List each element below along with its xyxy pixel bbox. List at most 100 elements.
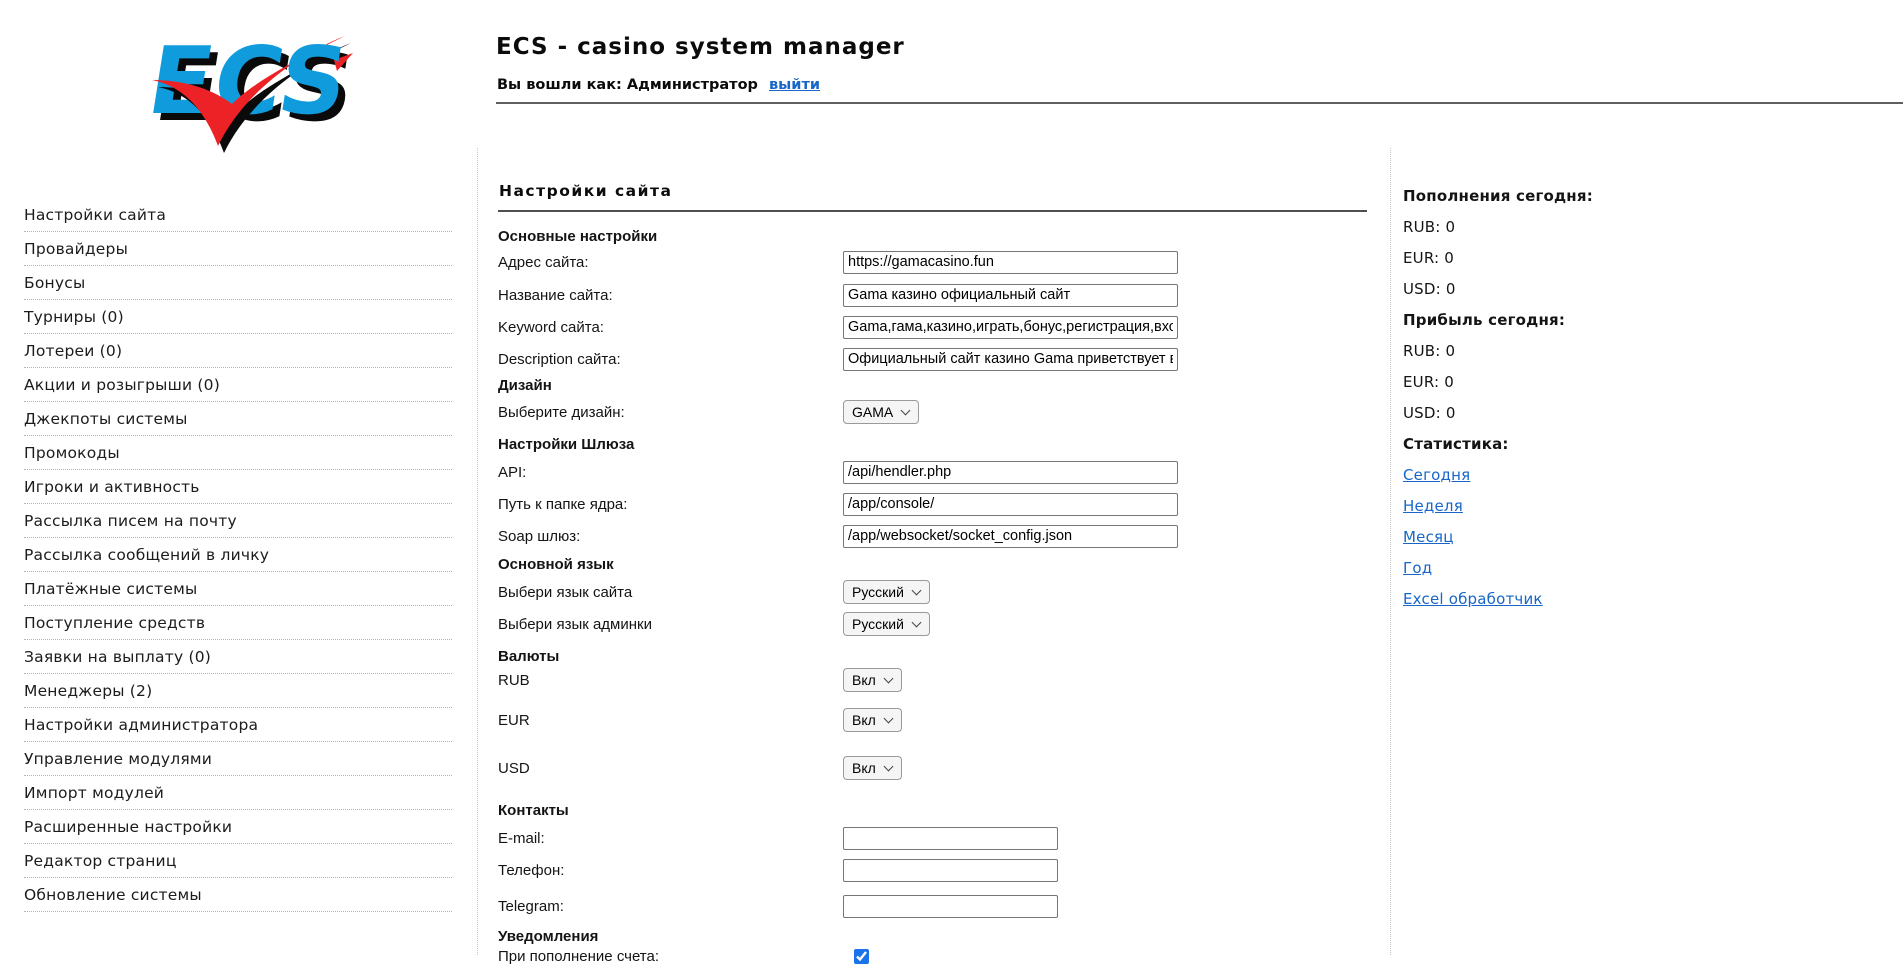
currency-usd-select[interactable]: Вкл: [843, 756, 902, 780]
statistics-heading: Статистика:: [1403, 435, 1653, 466]
currency-usd-label: USD: [498, 760, 530, 777]
sidebar-item-advanced-settings[interactable]: Расширенные настройки: [24, 810, 452, 844]
core-path-input[interactable]: [843, 493, 1178, 516]
stats-link-week[interactable]: Неделя: [1403, 497, 1463, 515]
site-keyword-label: Keyword сайта:: [498, 319, 604, 336]
admin-lang-select[interactable]: Русский: [843, 612, 930, 636]
soap-input[interactable]: [843, 525, 1178, 548]
email-input[interactable]: [843, 827, 1058, 850]
sidebar-item-bonuses[interactable]: Бонусы: [24, 266, 452, 300]
section-general-heading: Основные настройки: [498, 224, 1373, 248]
site-name-row: Название сайта:: [498, 283, 1373, 307]
currency-eur-select[interactable]: Вкл: [843, 708, 902, 732]
email-row: E-mail:: [498, 826, 1373, 850]
profit-heading: Прибыль сегодня:: [1403, 311, 1653, 342]
design-select[interactable]: GAMA: [843, 400, 919, 424]
chevron-down-icon: [883, 673, 893, 683]
deposits-heading: Пополнения сегодня:: [1403, 187, 1653, 218]
site-lang-label: Выбери язык сайта: [498, 584, 632, 601]
sidebar-item-admin-settings[interactable]: Настройки администратора: [24, 708, 452, 742]
profit-usd: USD: 0: [1403, 404, 1653, 435]
stats-link-excel[interactable]: Excel обработчик: [1403, 590, 1543, 608]
sidebar-item-jackpots[interactable]: Джекпоты системы: [24, 402, 452, 436]
sidebar-item-lotteries[interactable]: Лотереи (0): [24, 334, 452, 368]
core-path-label: Путь к папке ядра:: [498, 496, 627, 513]
site-description-row: Description сайта:: [498, 347, 1373, 371]
api-label: API:: [498, 464, 526, 481]
currency-rub-label: RUB: [498, 672, 530, 689]
site-keyword-input[interactable]: [843, 316, 1178, 339]
currency-usd-row: USD Вкл: [498, 756, 1373, 780]
site-keyword-row: Keyword сайта:: [498, 315, 1373, 339]
currency-eur-row: EUR Вкл: [498, 708, 1373, 732]
section-design-heading: Дизайн: [498, 373, 1373, 397]
site-lang-select-value: Русский: [852, 584, 904, 600]
currency-eur-select-value: Вкл: [852, 712, 876, 728]
phone-input[interactable]: [843, 859, 1058, 882]
telegram-input[interactable]: [843, 895, 1058, 918]
sidebar-item-incoming-funds[interactable]: Поступление средств: [24, 606, 452, 640]
currency-rub-select[interactable]: Вкл: [843, 668, 902, 692]
choose-design-row: Выберите дизайн: GAMA: [498, 400, 1373, 424]
on-deposit-row: При пополнение счета:: [498, 944, 1373, 968]
sidebar-item-email-mailing[interactable]: Рассылка писем на почту: [24, 504, 452, 538]
site-url-label: Адрес сайта:: [498, 254, 589, 271]
sidebar-item-payout-requests[interactable]: Заявки на выплату (0): [24, 640, 452, 674]
section-currencies-heading: Валюты: [498, 644, 1373, 668]
section-gateway-heading: Настройки Шлюза: [498, 432, 1373, 456]
admin-lang-label: Выбери язык админки: [498, 616, 652, 633]
soap-label: Soap шлюз:: [498, 528, 580, 545]
sidebar-item-payment-systems[interactable]: Платёжные системы: [24, 572, 452, 606]
site-lang-row: Выбери язык сайта Русский: [498, 580, 1373, 604]
currency-usd-select-value: Вкл: [852, 760, 876, 776]
telegram-label: Telegram:: [498, 898, 564, 915]
sidebar-item-pm-mailing[interactable]: Рассылка сообщений в личку: [24, 538, 452, 572]
chevron-down-icon: [883, 713, 893, 723]
profit-rub: RUB: 0: [1403, 342, 1653, 373]
main-left-divider: [477, 148, 478, 955]
sidebar-item-providers[interactable]: Провайдеры: [24, 232, 452, 266]
chevron-down-icon: [912, 585, 922, 595]
chevron-down-icon: [883, 761, 893, 771]
choose-design-label: Выберите дизайн:: [498, 404, 625, 421]
sidebar-item-system-update[interactable]: Обновление системы: [24, 878, 452, 912]
sidebar-item-site-settings[interactable]: Настройки сайта: [24, 198, 452, 232]
api-input[interactable]: [843, 461, 1178, 484]
stats-link-year[interactable]: Год: [1403, 559, 1432, 577]
phone-label: Телефон:: [498, 862, 564, 879]
site-lang-select[interactable]: Русский: [843, 580, 930, 604]
sidebar-item-managers[interactable]: Менеджеры (2): [24, 674, 452, 708]
site-settings-form: Основные настройки Адрес сайта: Название…: [498, 0, 1373, 955]
sidebar-item-tournaments[interactable]: Турниры (0): [24, 300, 452, 334]
currency-rub-select-value: Вкл: [852, 672, 876, 688]
site-name-input[interactable]: [843, 284, 1178, 307]
site-url-input[interactable]: [843, 251, 1178, 274]
stats-link-month[interactable]: Месяц: [1403, 528, 1454, 546]
phone-row: Телефон:: [498, 858, 1373, 882]
ecs-logo-icon: ECS EC S: [138, 16, 353, 154]
admin-lang-select-value: Русский: [852, 616, 904, 632]
sidebar-item-module-management[interactable]: Управление модулями: [24, 742, 452, 776]
currency-eur-label: EUR: [498, 712, 530, 729]
site-description-input[interactable]: [843, 348, 1178, 371]
sidebar-nav: Настройки сайта Провайдеры Бонусы Турнир…: [24, 198, 452, 912]
on-deposit-label: При пополнение счета:: [498, 948, 659, 965]
chevron-down-icon: [912, 617, 922, 627]
section-contacts-heading: Контакты: [498, 798, 1373, 822]
stats-link-today[interactable]: Сегодня: [1403, 466, 1470, 484]
sidebar-item-players-activity[interactable]: Игроки и активность: [24, 470, 452, 504]
telegram-row: Telegram:: [498, 894, 1373, 918]
chevron-down-icon: [901, 405, 911, 415]
email-label: E-mail:: [498, 830, 545, 847]
site-name-label: Название сайта:: [498, 287, 613, 304]
currency-rub-row: RUB Вкл: [498, 668, 1373, 692]
deposits-usd: USD: 0: [1403, 280, 1653, 311]
sidebar-item-promotions[interactable]: Акции и розыгрыши (0): [24, 368, 452, 402]
sidebar-item-module-import[interactable]: Импорт модулей: [24, 776, 452, 810]
section-language-heading: Основной язык: [498, 552, 1373, 576]
sidebar-item-promocodes[interactable]: Промокоды: [24, 436, 452, 470]
on-deposit-checkbox[interactable]: [854, 949, 869, 964]
page: { "colors": { "link_blue": "#1766c8", "l…: [0, 0, 1903, 955]
sidebar-item-page-editor[interactable]: Редактор страниц: [24, 844, 452, 878]
admin-lang-row: Выбери язык админки Русский: [498, 612, 1373, 636]
